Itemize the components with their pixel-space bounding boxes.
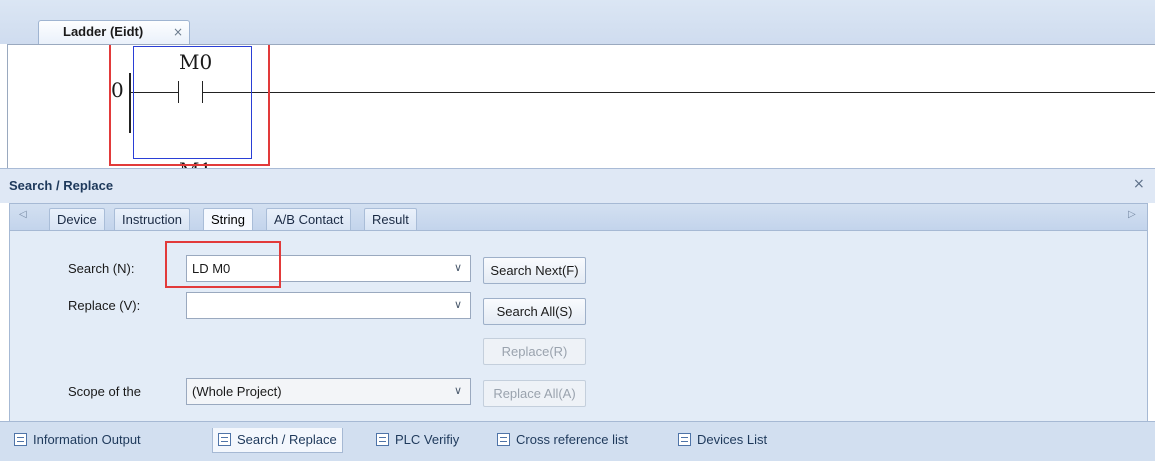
- tab-cross-reference-list[interactable]: Cross reference list: [492, 428, 633, 453]
- tab-devices-list-label: Devices List: [697, 432, 768, 447]
- replace-all-button[interactable]: Replace All(A): [483, 380, 586, 407]
- tab-cross-reference-list-label: Cross reference list: [516, 432, 628, 447]
- tab-result[interactable]: Result: [364, 208, 417, 230]
- document-icon: [218, 433, 231, 446]
- search-replace-panel-header: Search / Replace ×: [0, 168, 1155, 203]
- tab-plc-verify[interactable]: PLC Verifiy: [371, 428, 464, 453]
- scope-select[interactable]: (Whole Project) ∨: [186, 378, 471, 405]
- document-icon: [14, 433, 27, 446]
- search-next-button[interactable]: Search Next(F): [483, 257, 586, 284]
- tab-search-replace[interactable]: Search / Replace: [212, 428, 343, 453]
- tab-instruction[interactable]: Instruction: [114, 208, 190, 230]
- chevron-down-icon[interactable]: ∨: [454, 384, 462, 397]
- tab-string[interactable]: String: [203, 208, 253, 230]
- tab-search-replace-label: Search / Replace: [237, 432, 337, 447]
- tab-information-output[interactable]: Information Output: [9, 428, 146, 453]
- replace-input[interactable]: ∨: [186, 292, 471, 319]
- scope-select-value: (Whole Project): [192, 384, 282, 399]
- tab-ladder-edit-label: Ladder (Eidt): [63, 24, 144, 39]
- scope-label: Scope of the: [68, 384, 141, 399]
- search-tabs: ◁ Device Instruction String A/B Contact …: [9, 203, 1148, 231]
- chevron-down-icon[interactable]: ∨: [454, 298, 462, 311]
- replace-label: Replace (V):: [68, 298, 141, 313]
- highlight-box-search: [165, 241, 281, 288]
- tab-ab-contact[interactable]: A/B Contact: [266, 208, 352, 230]
- panel-title: Search / Replace: [9, 178, 114, 193]
- search-all-button[interactable]: Search All(S): [483, 298, 586, 325]
- search-label: Search (N):: [68, 261, 135, 276]
- ladder-canvas[interactable]: 0 M0 M1: [7, 44, 1155, 168]
- tab-plc-verify-label: PLC Verifiy: [395, 432, 460, 447]
- document-tab-strip: Ladder (Eidt) ×: [0, 0, 1155, 45]
- tab-device[interactable]: Device: [49, 208, 105, 230]
- tab-ladder-edit[interactable]: Ladder (Eidt) ×: [38, 20, 190, 45]
- tab-scroll-left-icon[interactable]: ◁: [19, 209, 27, 220]
- close-icon[interactable]: ×: [1133, 176, 1145, 192]
- tab-devices-list[interactable]: Devices List: [673, 428, 772, 453]
- document-icon: [497, 433, 510, 446]
- bottom-tab-bar: Information Output Search / Replace PLC …: [0, 421, 1155, 461]
- close-icon[interactable]: ×: [173, 25, 183, 39]
- document-icon: [678, 433, 691, 446]
- highlight-box-contact: [109, 45, 270, 166]
- document-icon: [376, 433, 389, 446]
- chevron-down-icon[interactable]: ∨: [454, 261, 462, 274]
- tab-scroll-right-icon[interactable]: ▷: [1128, 209, 1136, 220]
- replace-button[interactable]: Replace(R): [483, 338, 586, 365]
- tab-information-output-label: Information Output: [33, 432, 141, 447]
- rung-line-right: [203, 92, 1155, 93]
